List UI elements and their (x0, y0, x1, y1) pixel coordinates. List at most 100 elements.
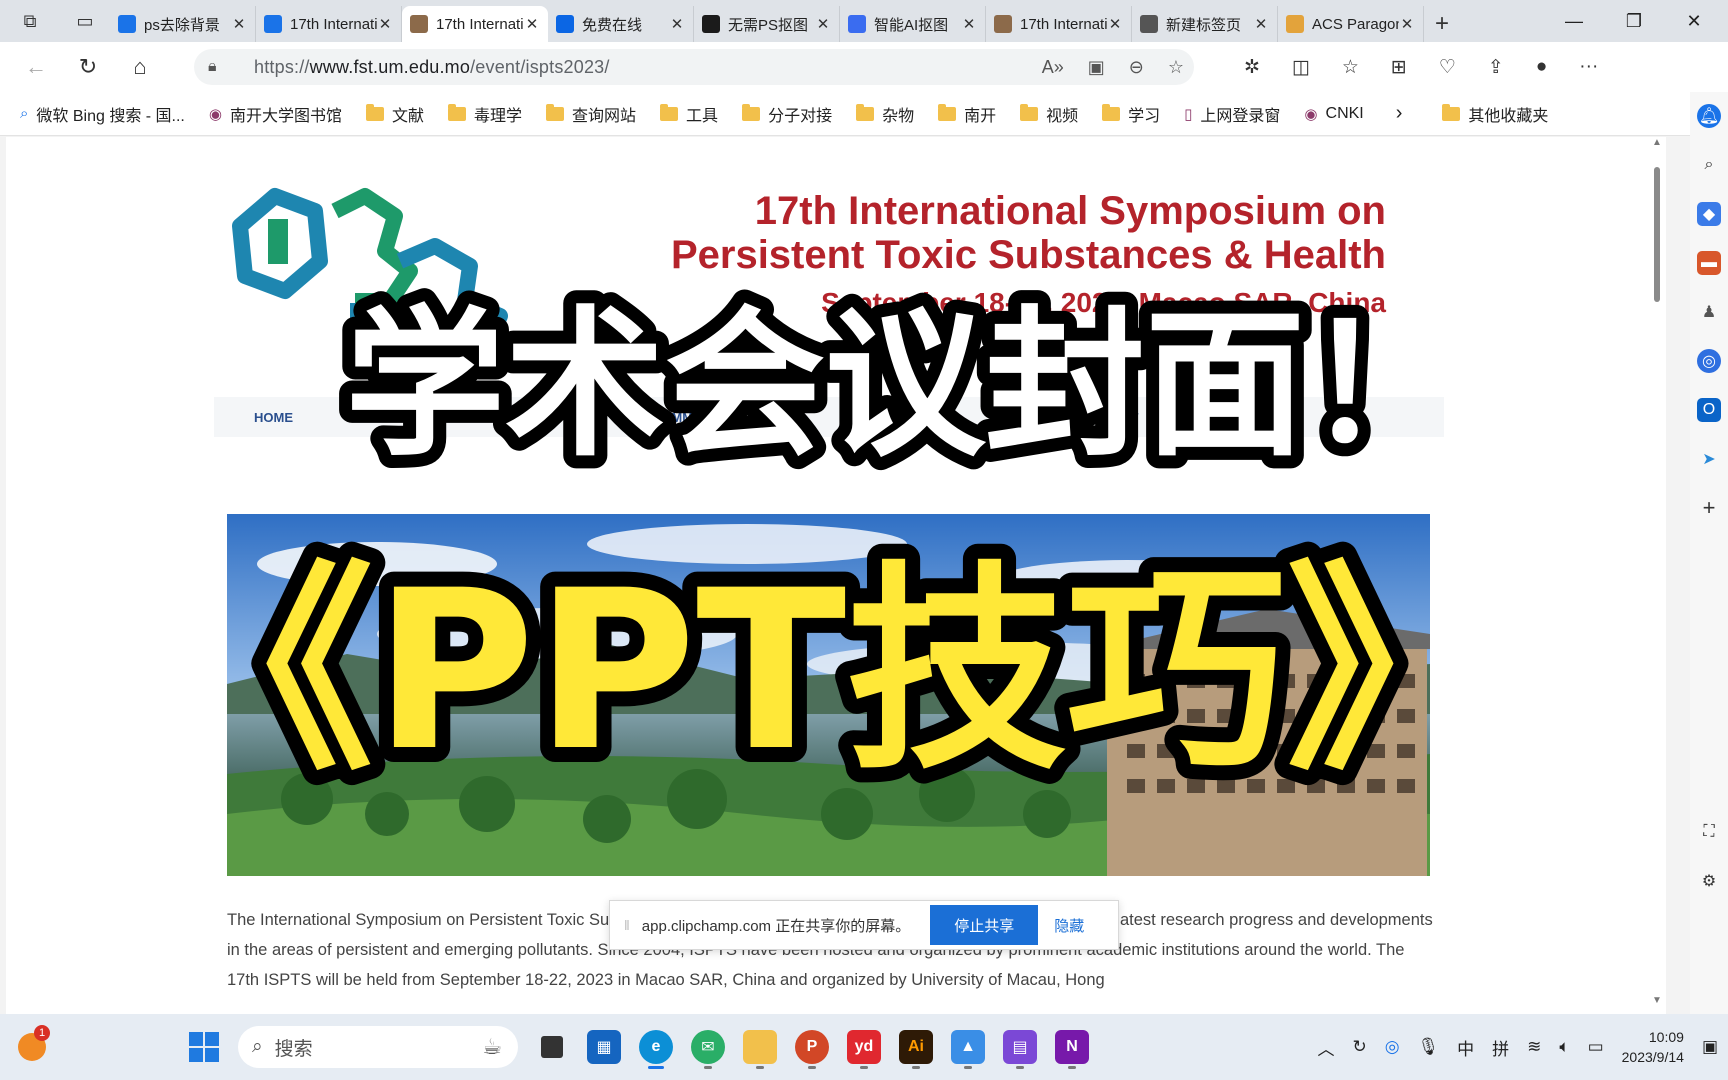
notification-center-icon[interactable]: ▣ (1702, 1037, 1718, 1057)
browser-tab[interactable]: 智能AI抠图 ✕ (840, 6, 986, 42)
hide-button[interactable]: 隐藏 (1054, 915, 1084, 936)
send-icon[interactable]: ➤ (1697, 447, 1721, 471)
lock-icon[interactable]: 🔒︎ (208, 58, 228, 76)
bookmark-item[interactable]: ◉ 南开大学图书馆 (209, 102, 342, 126)
refresh-button[interactable]: ↻ (62, 42, 114, 92)
new-tab-button[interactable]: + (1424, 6, 1460, 42)
browser-tab[interactable]: 免费在线 ✕ (548, 6, 694, 42)
bookmark-item[interactable]: ⌕ 微软 Bing 搜索 - 国... (20, 102, 185, 126)
bookmark-item[interactable]: 杂物 (856, 102, 914, 126)
stop-sharing-button[interactable]: 停止共享 (930, 905, 1039, 945)
browser-tab[interactable]: 17th International✕ (256, 6, 402, 42)
tag-icon[interactable]: ◆ (1697, 202, 1721, 226)
url-text[interactable]: https://www.fst.um.edu.mo/event/ispts202… (254, 57, 610, 78)
bookmark-item[interactable]: ▯ 上网登录窗 (1184, 102, 1280, 126)
collections-icon[interactable]: ⊞ (1391, 56, 1407, 79)
tray-app-icon[interactable]: ◎ (1385, 1037, 1400, 1057)
battery-icon[interactable]: ▭ (1588, 1037, 1604, 1057)
restore-button[interactable]: ❐ (1604, 0, 1664, 42)
close-tab-icon[interactable]: ✕ (669, 15, 685, 33)
scroll-thumb[interactable] (1654, 167, 1660, 302)
onenote-button[interactable]: N (1046, 1021, 1098, 1073)
notification-bell-icon[interactable]: 🔔︎ (1697, 104, 1721, 128)
bookmark-item[interactable]: 分子对接 (742, 102, 832, 126)
close-tab-icon[interactable]: ✕ (1253, 15, 1269, 33)
toolbox-icon[interactable]: ▬ (1697, 251, 1721, 275)
other-favorites-folder[interactable]: 其他收藏夹 (1442, 102, 1548, 126)
widgets-button[interactable]: 1 (6, 1021, 58, 1073)
bookmark-item[interactable]: 查询网站 (546, 102, 636, 126)
close-tab-icon[interactable]: ✕ (231, 15, 247, 33)
sidebar-settings-icon[interactable]: ⚙ (1697, 869, 1721, 893)
favorite-star-icon[interactable]: ☆ (1168, 57, 1184, 78)
people-icon[interactable]: ♟ (1697, 300, 1721, 324)
share-icon[interactable]: ⇪ (1488, 56, 1504, 79)
immersive-reader-icon[interactable]: ▣ (1088, 57, 1105, 78)
microphone-icon[interactable]: 🎙︎ (1418, 1037, 1440, 1057)
bookmark-item[interactable]: 工具 (660, 102, 718, 126)
close-tab-icon[interactable]: ✕ (1107, 15, 1123, 33)
bookmark-item[interactable]: ◉ CNKI (1304, 105, 1363, 123)
bookmark-item[interactable]: 毒理学 (448, 102, 522, 126)
bookmark-item[interactable]: 文献 (366, 102, 424, 126)
powerpoint-button[interactable]: P (786, 1021, 838, 1073)
close-tab-icon[interactable]: ✕ (1399, 15, 1415, 33)
browser-tab[interactable]: ACS Paragon ✕ (1278, 6, 1424, 42)
copilot-icon[interactable]: ◎ (1697, 349, 1721, 373)
ime-language[interactable]: 中 (1457, 1035, 1474, 1060)
zoom-out-icon[interactable]: ⊖ (1129, 57, 1144, 78)
sync-icon[interactable]: ↻ (1352, 1037, 1366, 1057)
edge-button[interactable]: e (630, 1021, 682, 1073)
address-bar[interactable]: 🔒︎ https://www.fst.um.edu.mo/event/ispts… (194, 49, 1194, 85)
store-button[interactable]: ▦ (578, 1021, 630, 1073)
split-screen-icon[interactable]: ◫ (1292, 56, 1310, 79)
browser-tab[interactable]: 无需PS抠图 ✕ (694, 6, 840, 42)
home-button[interactable]: ⌂ (114, 42, 166, 92)
read-aloud-icon[interactable]: A» (1042, 57, 1064, 78)
close-window-button[interactable]: ✕ (1664, 0, 1724, 42)
browser-tab[interactable]: 新建标签页 ✕ (1132, 6, 1278, 42)
screenshot-icon[interactable]: ⛶ (1697, 820, 1721, 844)
bookmarks-more-icon[interactable]: › (1396, 102, 1403, 125)
bookmark-item[interactable]: 南开 (938, 102, 996, 126)
page-scrollbar[interactable]: ▲ ▼ (1648, 137, 1666, 1014)
scroll-down-arrow-icon[interactable]: ▼ (1651, 995, 1663, 1006)
minimize-button[interactable]: — (1544, 0, 1604, 42)
outlook-icon[interactable]: O (1697, 398, 1721, 422)
performance-icon[interactable]: ♡ (1439, 56, 1456, 79)
bookmark-item[interactable]: 学习 (1102, 102, 1160, 126)
scroll-up-arrow-icon[interactable]: ▲ (1651, 137, 1663, 148)
extensions-icon[interactable]: ✲ (1244, 56, 1260, 79)
tab-actions-icon[interactable]: ▭ (60, 0, 110, 42)
taskbar-search[interactable]: ⌕ 搜索 ☕ (238, 1026, 518, 1068)
clipchamp-button[interactable]: ▤ (994, 1021, 1046, 1073)
bookmark-item[interactable]: 视频 (1020, 102, 1078, 126)
browser-tab[interactable]: ps去除背景 ✕ (110, 6, 256, 42)
browser-tab[interactable]: 17th International✕ (986, 6, 1132, 42)
wechat-button[interactable]: ✉ (682, 1021, 734, 1073)
browser-tab[interactable]: 17th International✕ (402, 6, 548, 42)
task-view-button[interactable] (526, 1021, 578, 1073)
ime-mode[interactable]: 拼 (1492, 1035, 1509, 1060)
wifi-icon[interactable]: ≋ (1527, 1037, 1541, 1057)
close-tab-icon[interactable]: ✕ (961, 15, 977, 33)
youdao-button[interactable]: yd (838, 1021, 890, 1073)
add-sidebar-app-icon[interactable]: + (1697, 495, 1721, 520)
search-icon[interactable]: ⌕ (1697, 153, 1721, 177)
favorites-icon[interactable]: ☆ (1342, 56, 1359, 79)
drag-handle-icon[interactable]: ‖ (624, 917, 630, 933)
close-tab-icon[interactable]: ✕ (377, 15, 393, 33)
workspaces-icon[interactable]: ⧉ (0, 0, 60, 42)
close-tab-icon[interactable]: ✕ (815, 15, 831, 33)
close-tab-icon[interactable]: ✕ (524, 15, 540, 33)
file-explorer-button[interactable] (734, 1021, 786, 1073)
tray-overflow-icon[interactable]: ︿ (1317, 1035, 1334, 1060)
photos-button[interactable]: ▲ (942, 1021, 994, 1073)
illustrator-button[interactable]: Ai (890, 1021, 942, 1073)
profile-icon[interactable]: ● (1536, 56, 1547, 78)
back-button[interactable]: ← (10, 42, 62, 92)
settings-more-icon[interactable]: ··· (1579, 56, 1598, 78)
clock[interactable]: 10:09 2023/9/14 (1622, 1027, 1684, 1067)
volume-icon[interactable]: 🔈︎ (1559, 1037, 1569, 1057)
start-button[interactable] (178, 1021, 230, 1073)
